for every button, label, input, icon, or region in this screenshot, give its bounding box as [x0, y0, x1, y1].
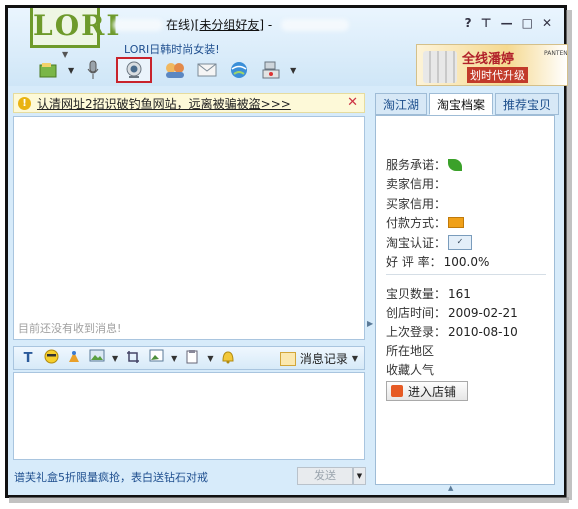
cert-row: 淘宝认证： ✓: [386, 234, 473, 251]
consumer-protection-icon[interactable]: [448, 158, 463, 171]
screenshot-icon[interactable]: [125, 349, 141, 368]
contact-status: 在线)[未分组好友] -: [166, 16, 272, 33]
created-label: 创店时间：: [386, 306, 447, 320]
input-toolbar: T ▼ ▼ ▼ 消息记录 ▼: [13, 346, 365, 370]
emoji-icon[interactable]: [43, 349, 59, 368]
video-icon[interactable]: [116, 57, 153, 83]
group-link[interactable]: 未分组好友: [199, 18, 259, 32]
rating-value: 100.0%: [443, 254, 490, 269]
contact-signature: LORI日韩时尚女装!: [124, 43, 220, 56]
close-icon[interactable]: ✕: [542, 16, 552, 30]
contact-name-blurred: [113, 19, 163, 31]
chevron-down-icon[interactable]: ▼: [207, 354, 213, 363]
payment-label: 付款方式：: [386, 216, 447, 230]
divider: [386, 274, 546, 275]
contact-id-blurred: [281, 19, 349, 31]
security-notice-bar: ! 认清网址2招识破钓鱼网站，远离被骗被盗>>> ✕: [13, 93, 365, 113]
popularity-row: 收藏人气: [386, 361, 434, 378]
transfer-file-icon[interactable]: [36, 59, 62, 81]
payment-row: 付款方式：: [386, 214, 465, 231]
help-icon[interactable]: ?: [465, 16, 472, 30]
message-history-button[interactable]: 消息记录 ▼: [279, 350, 358, 367]
send-button[interactable]: 发送: [297, 467, 353, 485]
email-icon[interactable]: [194, 59, 220, 81]
message-history-area[interactable]: 目前还没有收到消息!: [13, 116, 365, 340]
browser-icon[interactable]: [226, 59, 252, 81]
panel-splitter[interactable]: ▶: [366, 93, 374, 488]
tab-taojianghu[interactable]: 淘江湖: [375, 93, 428, 115]
enter-shop-button[interactable]: 进入店铺: [386, 381, 468, 401]
font-icon[interactable]: T: [20, 351, 36, 366]
items-value: 161: [448, 286, 471, 301]
certification-icon[interactable]: ✓: [448, 235, 473, 250]
seller-credit-row: 卖家信用：: [386, 175, 446, 192]
status-text: 在线)[: [166, 18, 200, 32]
created-value: 2009-02-21: [448, 305, 518, 320]
maximize-icon[interactable]: □: [522, 16, 533, 30]
bell-icon[interactable]: [220, 349, 236, 368]
created-row: 创店时间： 2009-02-21: [386, 304, 518, 321]
rating-row: 好 评 率： 100.0%: [386, 253, 489, 270]
main-toolbar: ▼ ▼: [36, 57, 296, 83]
picture-icon[interactable]: [148, 349, 164, 367]
tab-taobao-profile[interactable]: 淘宝档案: [429, 93, 494, 115]
close-icon[interactable]: ✕: [347, 95, 358, 110]
right-panel-tabs: 淘江湖 淘宝档案 推荐宝贝: [375, 93, 560, 115]
shop-icon: [391, 385, 403, 397]
avatar[interactable]: LORI: [30, 8, 119, 48]
cert-label: 淘宝认证：: [386, 236, 447, 250]
region-row: 所在地区: [386, 342, 434, 359]
rating-label: 好 评 率：: [386, 255, 442, 269]
status-tail: ] -: [259, 18, 273, 32]
image-icon[interactable]: [89, 349, 105, 367]
last-login-label: 上次登录：: [386, 325, 447, 339]
chevron-down-icon[interactable]: ▼: [352, 354, 358, 363]
message-input[interactable]: [13, 372, 365, 460]
ad-brand-logo: PANTENE: [544, 50, 568, 57]
voice-icon[interactable]: [80, 59, 106, 81]
clipboard-icon[interactable]: [184, 349, 200, 368]
history-label: 消息记录: [299, 352, 348, 366]
popularity-label: 收藏人气: [386, 363, 435, 377]
chevron-right-icon[interactable]: ▶: [367, 319, 373, 328]
window-controls: ? ⊤ — □ ✕: [465, 16, 552, 30]
buyer-credit-row: 买家信用：: [386, 195, 446, 212]
service-label: 服务承诺：: [386, 158, 447, 172]
last-login-value: 2010-08-10: [448, 324, 518, 339]
ad-product-image: [423, 51, 457, 83]
seller-credit-label: 卖家信用：: [386, 177, 447, 191]
last-login-row: 上次登录： 2010-08-10: [386, 323, 518, 340]
chevron-down-icon[interactable]: ▼: [68, 66, 74, 75]
warning-icon: !: [18, 96, 31, 110]
credit-card-icon: [448, 217, 465, 228]
buyer-credit-label: 买家信用：: [386, 197, 447, 211]
header-ad-banner[interactable]: 全线潘婷 划时代升级 PANTENE: [416, 44, 568, 86]
notice-link[interactable]: 认清网址2招识破钓鱼网站，远离被骗被盗>>>: [37, 95, 291, 112]
tab-recommended[interactable]: 推荐宝贝: [495, 93, 560, 115]
items-label: 宝贝数量：: [386, 287, 447, 301]
enter-shop-label: 进入店铺: [408, 384, 457, 399]
group-icon[interactable]: [162, 59, 188, 81]
chevron-up-icon[interactable]: ▲: [448, 484, 453, 492]
items-row: 宝贝数量： 161: [386, 285, 471, 302]
service-row: 服务承诺：: [386, 156, 463, 173]
footer-ad-link[interactable]: 谱芙礼盒5折限量疯抢，表白送钻石对戒: [14, 469, 208, 485]
chevron-down-icon[interactable]: ▼: [171, 354, 177, 363]
minimize-icon[interactable]: —: [501, 16, 513, 30]
history-icon: [279, 351, 296, 366]
window-shadow-bottom: [9, 497, 569, 503]
app-icon[interactable]: [258, 59, 284, 81]
chevron-down-icon[interactable]: ▼: [290, 66, 296, 75]
chevron-down-icon[interactable]: ▼: [112, 354, 118, 363]
empty-message-text: 目前还没有收到消息!: [18, 322, 122, 335]
region-label: 所在地区: [386, 344, 435, 358]
shake-icon[interactable]: [66, 349, 82, 368]
pin-icon[interactable]: ⊤: [481, 16, 492, 30]
taobao-profile-panel: 服务承诺： 卖家信用： 买家信用： 付款方式： 淘宝认证： ✓ 好 评 率： 1…: [375, 115, 555, 485]
ad-subline: 划时代升级: [467, 67, 528, 83]
send-options-dropdown[interactable]: ▼: [353, 467, 366, 485]
ad-headline: 全线潘婷: [462, 52, 515, 67]
